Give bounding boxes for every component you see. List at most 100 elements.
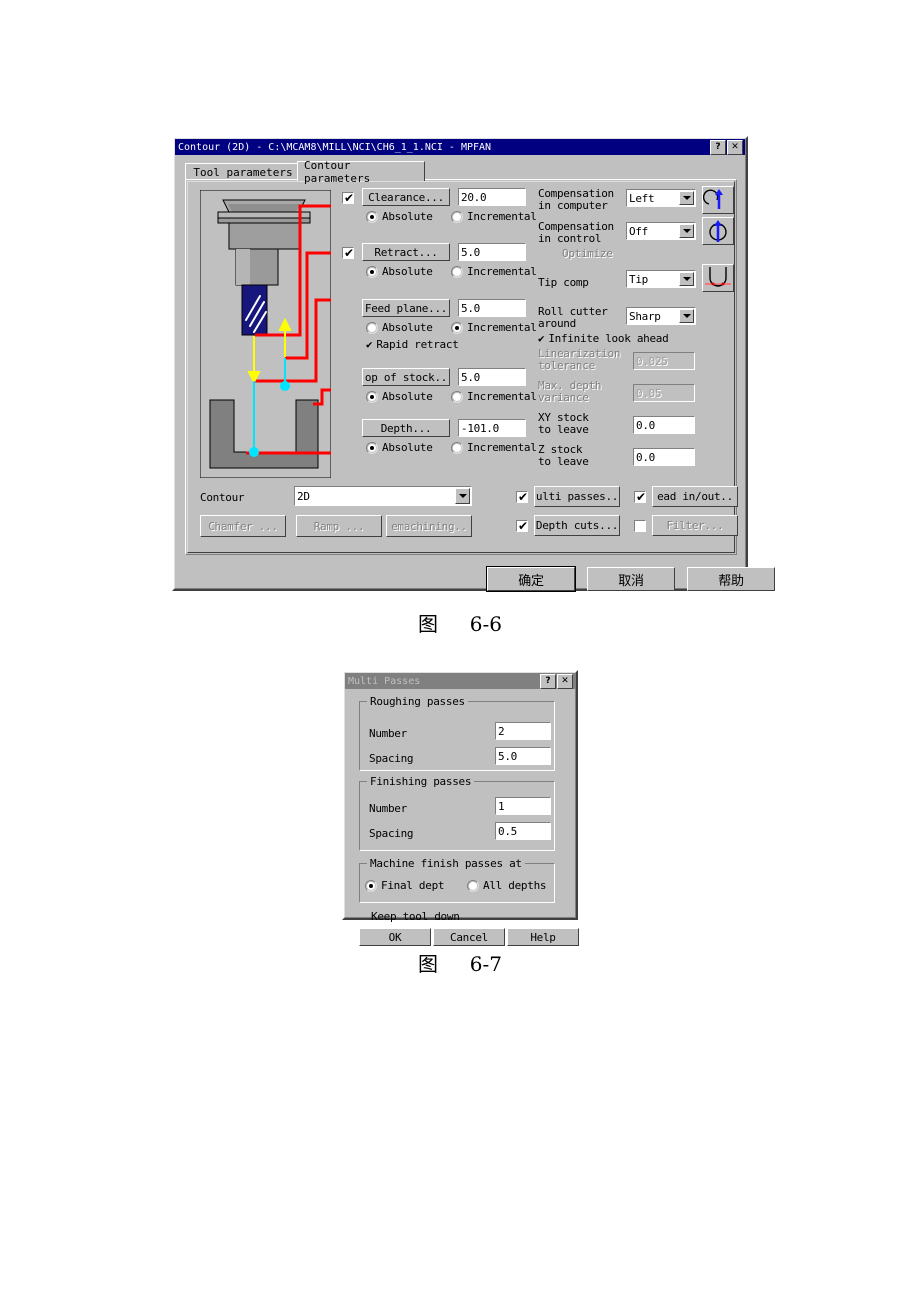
- clearance-value-input[interactable]: 20.0: [458, 188, 526, 206]
- clearance-checkbox[interactable]: ✔: [342, 192, 354, 204]
- retract-incremental-radio[interactable]: Incremental: [451, 265, 537, 278]
- max-depth-line2: variance: [538, 391, 589, 404]
- roll-cutter-around-label: Roll cutter around: [538, 306, 608, 330]
- compensation-in-control-select[interactable]: Off: [626, 222, 696, 240]
- top-of-stock-incremental-radio[interactable]: Incremental: [451, 390, 537, 403]
- retract-checkbox[interactable]: ✔: [342, 247, 354, 259]
- finishing-spacing-input[interactable]: 0.5: [495, 822, 551, 840]
- close-icon[interactable]: ✕: [727, 139, 743, 155]
- compensation-in-computer-select[interactable]: Left: [626, 189, 696, 207]
- comp-computer-value: Left: [629, 191, 655, 205]
- z-stock-to-leave-label: Z stock to leave: [538, 444, 589, 468]
- cancel-button[interactable]: 取消: [587, 567, 675, 591]
- optimize-label: Optimize: [562, 247, 613, 260]
- dialog2-titlebar[interactable]: Multi Passes ? ✕: [345, 673, 575, 689]
- figure-caption-1-cjk: 图: [417, 612, 438, 636]
- tip-comp-select[interactable]: Tip: [626, 270, 696, 288]
- help-button[interactable]: Help: [507, 928, 579, 946]
- radio-dot: [366, 265, 378, 278]
- rapid-retract-checkbox[interactable]: ✔ Rapid retract: [366, 338, 459, 351]
- multi-passes-dialog: Multi Passes ? ✕ Roughing passes Number …: [342, 670, 579, 946]
- depth-cuts-checkbox[interactable]: ✔: [516, 520, 528, 532]
- infinite-look-ahead-checkbox[interactable]: ✔ Infinite look ahead: [538, 332, 669, 345]
- feed-plane-incremental-radio[interactable]: Incremental: [451, 321, 537, 334]
- retract-absolute-label: Absolute: [382, 265, 433, 278]
- keep-tool-down-checkbox[interactable]: Keep tool down: [367, 910, 460, 923]
- checkbox-box: ✔: [366, 338, 373, 351]
- feed-plane-incremental-label: Incremental: [467, 321, 537, 334]
- close-icon[interactable]: ✕: [557, 673, 573, 689]
- dialog1-titlebar[interactable]: Contour (2D) - C:\MCAM8\MILL\NCI\CH6_1_1…: [175, 139, 745, 155]
- machine-finish-group-title: Machine finish passes at: [367, 857, 525, 870]
- clearance-incremental-radio[interactable]: Incremental: [451, 210, 537, 223]
- filter-button: Filter...: [652, 515, 738, 536]
- help-button[interactable]: 帮助: [687, 567, 775, 591]
- z-stock-line2: to leave: [538, 455, 589, 468]
- filter-checkbox[interactable]: [634, 520, 646, 532]
- feed-plane-value-input[interactable]: 5.0: [458, 299, 526, 317]
- multi-passes-checkbox[interactable]: ✔: [516, 491, 528, 503]
- dialog1-body: Tool parameters Contour parameters ✔ Cle…: [175, 155, 775, 591]
- arc-lead-in-icon[interactable]: [702, 186, 734, 214]
- tip-comp-icon[interactable]: [702, 264, 734, 292]
- feed-plane-button[interactable]: Feed plane...: [362, 299, 450, 317]
- dialog1-title: Contour (2D) - C:\MCAM8\MILL\NCI\CH6_1_1…: [178, 141, 492, 153]
- xy-stock-to-leave-label: XY stock to leave: [538, 412, 589, 436]
- roll-cutter-around-select[interactable]: Sharp: [626, 307, 696, 325]
- roughing-number-label: Number: [369, 727, 407, 740]
- top-of-stock-absolute-label: Absolute: [382, 390, 433, 403]
- chevron-down-icon[interactable]: [679, 191, 694, 205]
- chevron-down-icon[interactable]: [679, 224, 694, 238]
- radio-dot: [366, 390, 378, 403]
- xy-stock-to-leave-input[interactable]: 0.0: [633, 416, 695, 434]
- chevron-down-icon[interactable]: [679, 309, 694, 323]
- final-depth-radio[interactable]: Final dept: [365, 879, 445, 892]
- z-stock-to-leave-input[interactable]: 0.0: [633, 448, 695, 466]
- depth-incremental-radio[interactable]: Incremental: [451, 441, 537, 454]
- checkbox-box: ✔: [538, 332, 545, 345]
- feed-plane-absolute-label: Absolute: [382, 321, 433, 334]
- dialog2-title: Multi Passes: [348, 675, 421, 687]
- rapid-retract-label: Rapid retract: [376, 338, 459, 351]
- lead-in-out-button[interactable]: ead in/out..: [652, 486, 738, 507]
- radio-dot: [451, 441, 463, 454]
- contour-parameters-panel: ✔ Clearance... 20.0 Absolute Incremental…: [185, 179, 738, 555]
- chevron-down-icon[interactable]: [455, 488, 470, 504]
- all-depths-radio[interactable]: All depths: [467, 879, 547, 892]
- contour-type-select[interactable]: 2D: [294, 486, 472, 506]
- ok-button[interactable]: OK: [359, 928, 431, 946]
- depth-absolute-radio[interactable]: Absolute: [366, 441, 433, 454]
- radio-dot: [451, 321, 463, 334]
- tip-comp-value: Tip: [629, 272, 648, 286]
- clearance-button[interactable]: Clearance...: [362, 188, 450, 206]
- finishing-number-input[interactable]: 1: [495, 797, 551, 815]
- max-depth-variance-input: 0.05: [633, 384, 695, 402]
- lead-in-out-checkbox[interactable]: ✔: [634, 491, 646, 503]
- clearance-absolute-radio[interactable]: Absolute: [366, 210, 433, 223]
- tab-contour-parameters[interactable]: Contour parameters: [297, 159, 425, 185]
- roughing-spacing-input[interactable]: 5.0: [495, 747, 551, 765]
- depth-value-input[interactable]: -101.0: [458, 419, 526, 437]
- top-of-stock-absolute-radio[interactable]: Absolute: [366, 390, 433, 403]
- retract-value-input[interactable]: 5.0: [458, 243, 526, 261]
- chevron-down-icon[interactable]: [679, 272, 694, 286]
- depth-cuts-button[interactable]: Depth cuts...: [534, 515, 620, 536]
- feed-plane-absolute-radio[interactable]: Absolute: [366, 321, 433, 334]
- xy-stock-line2: to leave: [538, 423, 589, 436]
- roll-cutter-value: Sharp: [629, 309, 661, 323]
- retract-button[interactable]: Retract...: [362, 243, 450, 261]
- help-titlebar-button[interactable]: ?: [710, 139, 726, 155]
- help-titlebar-button[interactable]: ?: [540, 673, 556, 689]
- top-of-stock-button[interactable]: op of stock..: [362, 368, 450, 386]
- retract-absolute-radio[interactable]: Absolute: [366, 265, 433, 278]
- cancel-button[interactable]: Cancel: [433, 928, 505, 946]
- toolpath-illustration: [200, 190, 331, 478]
- multi-passes-button[interactable]: ulti passes..: [534, 486, 620, 507]
- ok-button[interactable]: 确定: [487, 567, 575, 591]
- depth-button[interactable]: Depth...: [362, 419, 450, 437]
- comp-control-line2: in control: [538, 232, 602, 245]
- roughing-number-input[interactable]: 2: [495, 722, 551, 740]
- top-of-stock-value-input[interactable]: 5.0: [458, 368, 526, 386]
- dialog2-body: Roughing passes Number 2 Spacing 5.0 Fin…: [345, 689, 579, 946]
- circle-lead-in-icon[interactable]: [702, 217, 734, 245]
